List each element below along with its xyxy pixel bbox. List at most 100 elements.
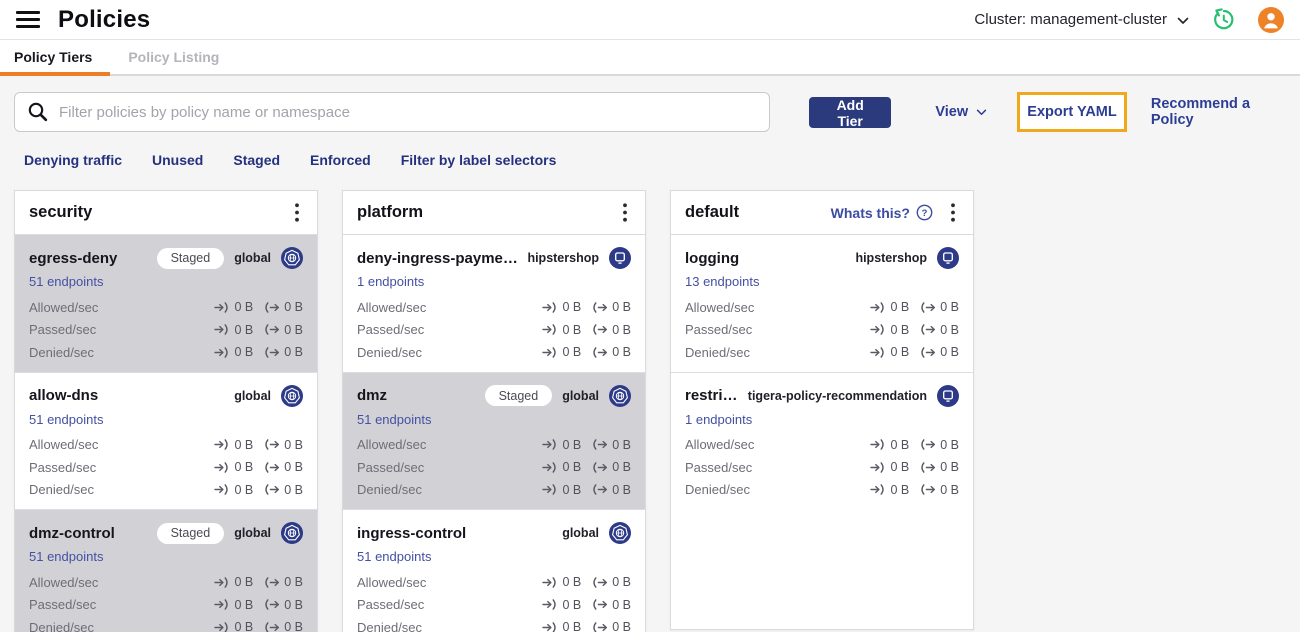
metric-label: Denied/sec [357, 482, 423, 498]
ingress-metric: 0 B [542, 575, 581, 589]
filter-enforced[interactable]: Enforced [310, 152, 371, 168]
ingress-metric: 0 B [542, 483, 581, 497]
history-button[interactable] [1211, 7, 1236, 32]
policy-card-logging[interactable]: logging hipstershop 13 endpoints Allowed/se… [671, 235, 973, 372]
egress-metric: 0 B [592, 460, 631, 474]
policy-card-egress-deny[interactable]: egress-deny Staged global 51 endpoints Allow… [15, 235, 317, 372]
kebab-menu-icon [951, 203, 955, 222]
help-circle-icon: ? [916, 204, 933, 221]
ingress-arrow-icon [542, 301, 557, 313]
policy-card-dmz[interactable]: dmz Staged global 51 endpoints Allowed/sec 0 … [343, 371, 645, 509]
namespaced-policy-icon [937, 247, 959, 269]
endpoints-link[interactable]: 1 endpoints [357, 274, 424, 289]
tab-policy-tiers-label: Policy Tiers [14, 49, 93, 65]
endpoints-link[interactable]: 51 endpoints [357, 549, 431, 564]
egress-arrow-icon [921, 324, 936, 336]
policy-scope-label: hipstershop [527, 251, 599, 265]
ingress-metric: 0 B [870, 460, 909, 474]
metric-label: Passed/sec [29, 597, 97, 613]
filter-unused[interactable]: Unused [152, 152, 203, 168]
cluster-selector[interactable]: Cluster: management-cluster [974, 11, 1189, 28]
add-tier-button[interactable]: Add Tier [808, 96, 892, 129]
egress-metric: 0 B [920, 323, 959, 337]
egress-arrow-icon [921, 484, 936, 496]
filter-by-label-selectors[interactable]: Filter by label selectors [401, 152, 557, 168]
page-title: Policies [58, 5, 151, 33]
metric-row: Denied/sec 0 B 0 B [685, 341, 959, 364]
egress-metric: 0 B [592, 620, 631, 632]
egress-metric: 0 B [264, 460, 303, 474]
ingress-arrow-icon [214, 301, 229, 313]
policy-card-dmz-control[interactable]: dmz-control Staged global 51 endpoints Allow… [15, 509, 317, 632]
metric-row: Denied/sec 0 B 0 B [357, 341, 631, 364]
ingress-arrow-icon [214, 484, 229, 496]
tier-board: security egress-deny Staged global 51 endpoi… [0, 190, 1300, 632]
metric-label: Allowed/sec [357, 437, 427, 453]
whats-this-label: Whats this? [830, 204, 910, 221]
view-dropdown[interactable]: View [935, 104, 987, 120]
tier-name: default [685, 203, 740, 221]
endpoints-link[interactable]: 51 endpoints [357, 412, 431, 427]
search-icon [28, 102, 48, 122]
filter-denying-traffic[interactable]: Denying traffic [24, 152, 122, 168]
ingress-metric: 0 B [214, 620, 253, 632]
egress-metric: 0 B [920, 460, 959, 474]
endpoints-link[interactable]: 51 endpoints [29, 412, 103, 427]
policy-card-restricted[interactable]: restricted tigera-policy-recommendation 1 … [671, 371, 973, 509]
egress-metric: 0 B [592, 575, 631, 589]
tab-policy-listing[interactable]: Policy Listing [110, 40, 237, 74]
endpoints-link[interactable]: 51 endpoints [29, 549, 103, 564]
metric-row: Allowed/sec 0 B 0 B [357, 571, 631, 594]
tier-actions-button[interactable] [619, 201, 631, 224]
metric-row: Passed/sec 0 B 0 B [357, 594, 631, 617]
tier-column-platform: platform deny-ingress-paymentservi… hipste… [342, 190, 646, 632]
tier-name: security [29, 203, 93, 221]
ingress-arrow-icon [542, 439, 557, 451]
tab-policy-tiers[interactable]: Policy Tiers [0, 40, 111, 76]
whats-this-link[interactable]: Whats this?? [831, 204, 933, 221]
quick-filters: Denying traffic Unused Staged Enforced F… [24, 152, 1300, 168]
metric-label: Passed/sec [29, 459, 97, 475]
metric-label: Denied/sec [29, 619, 95, 632]
egress-arrow-icon [593, 346, 608, 358]
global-policy-icon [281, 384, 303, 407]
staged-badge: Staged [156, 247, 225, 269]
egress-arrow-icon [265, 324, 280, 336]
filter-staged[interactable]: Staged [233, 152, 280, 168]
ingress-metric: 0 B [214, 323, 253, 337]
tier-header: platform [343, 191, 645, 235]
tab-bar: Policy Tiers Policy Listing [0, 40, 1300, 76]
user-avatar[interactable] [1258, 6, 1284, 33]
ingress-arrow-icon [214, 346, 229, 358]
egress-arrow-icon [265, 346, 280, 358]
policy-search-input[interactable] [59, 103, 757, 121]
policy-card-deny-ingress-paymentservi[interactable]: deny-ingress-paymentservi… hipstershop 1 e… [343, 235, 645, 372]
header-right: Cluster: management-cluster [974, 6, 1284, 33]
global-policy-icon [281, 247, 303, 269]
tier-actions-button[interactable] [291, 201, 303, 224]
user-avatar-icon [1258, 6, 1284, 33]
ingress-arrow-icon [870, 439, 885, 451]
ingress-arrow-icon [542, 621, 557, 632]
export-yaml-button[interactable]: Export YAML [1017, 92, 1127, 132]
tier-actions-button[interactable] [947, 201, 959, 224]
egress-arrow-icon [593, 484, 608, 496]
policy-search-box [14, 92, 770, 132]
metric-row: Passed/sec 0 B 0 B [29, 456, 303, 479]
chevron-down-icon [1177, 17, 1189, 24]
ingress-metric: 0 B [214, 438, 253, 452]
policy-card-allow-dns[interactable]: allow-dns global 51 endpoints Allowed/sec 0 … [15, 371, 317, 509]
endpoints-link[interactable]: 1 endpoints [685, 412, 752, 427]
metric-label: Denied/sec [357, 344, 423, 360]
hamburger-menu-icon[interactable] [16, 11, 40, 28]
egress-arrow-icon [921, 346, 936, 358]
policy-name: ingress-control [357, 524, 467, 542]
ingress-arrow-icon [214, 621, 229, 632]
kebab-menu-icon [295, 203, 299, 222]
policy-card-ingress-control[interactable]: ingress-control global 51 endpoints Allowed… [343, 509, 645, 632]
endpoints-link[interactable]: 51 endpoints [29, 274, 103, 289]
metric-row: Passed/sec 0 B 0 B [29, 594, 303, 617]
endpoints-link[interactable]: 13 endpoints [685, 274, 759, 289]
egress-arrow-icon [265, 461, 280, 473]
recommend-policy-button[interactable]: Recommend a Policy [1151, 96, 1286, 128]
